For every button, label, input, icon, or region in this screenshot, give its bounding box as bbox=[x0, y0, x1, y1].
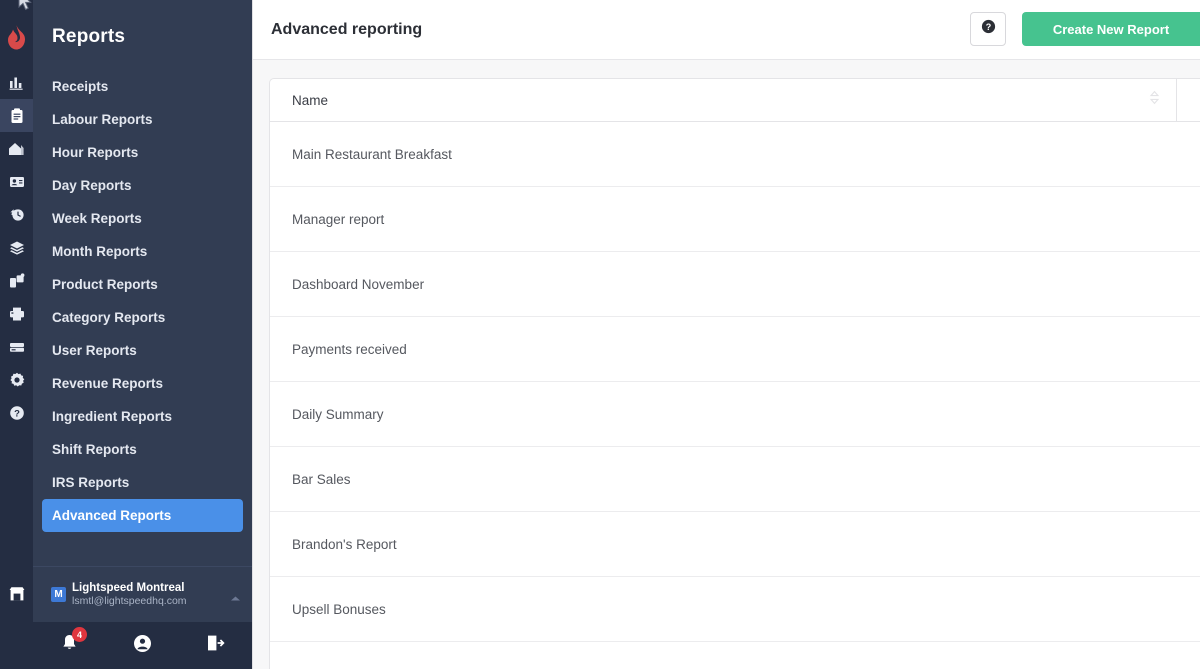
content-area: Name Main Restaurant Breakfast Manager r… bbox=[253, 60, 1200, 669]
sidebar-item-shift-reports[interactable]: Shift Reports bbox=[42, 433, 243, 466]
create-new-report-button[interactable]: Create New Report bbox=[1022, 12, 1200, 46]
app-root: ? Reports Receipts Labour Reports Hour R… bbox=[0, 0, 1200, 669]
store-email: lsmtl@lightspeedhq.com bbox=[72, 594, 187, 607]
account-button[interactable] bbox=[106, 622, 179, 669]
main-content: Advanced reporting ? Create New Report N… bbox=[252, 0, 1200, 669]
question-mark-icon: ? bbox=[981, 19, 996, 39]
store-name: Lightspeed Montreal bbox=[72, 581, 185, 594]
sidebar-item-receipts[interactable]: Receipts bbox=[42, 70, 243, 103]
lightspeed-flame-logo[interactable] bbox=[0, 14, 33, 60]
top-bar: Advanced reporting ? Create New Report bbox=[253, 0, 1200, 60]
table-row[interactable]: Manager report bbox=[270, 187, 1200, 252]
sidebar-item-day-reports[interactable]: Day Reports bbox=[42, 169, 243, 202]
svg-text:?: ? bbox=[985, 22, 991, 32]
user-icon bbox=[133, 634, 152, 658]
sidebar-item-irs-reports[interactable]: IRS Reports bbox=[42, 466, 243, 499]
sidebar-item-labour-reports[interactable]: Labour Reports bbox=[42, 103, 243, 136]
sidebar-item-advanced-reports[interactable]: Advanced Reports bbox=[42, 499, 243, 532]
sidebar-title: Reports bbox=[52, 26, 126, 47]
table-row[interactable]: Brandon's Report bbox=[270, 512, 1200, 577]
table-body: Main Restaurant Breakfast Manager report… bbox=[270, 122, 1200, 669]
page-title: Advanced reporting bbox=[271, 20, 423, 38]
table-row[interactable]: Upsell Bonuses bbox=[270, 577, 1200, 642]
notifications-button[interactable]: 4 bbox=[33, 622, 106, 669]
store-selector[interactable]: M Lightspeed Montreal lsmtl@lightspeedhq… bbox=[33, 566, 252, 622]
sidebar-item-ingredient-reports[interactable]: Ingredient Reports bbox=[42, 400, 243, 433]
reports-table-card: Name Main Restaurant Breakfast Manager r… bbox=[269, 78, 1200, 669]
logout-button[interactable] bbox=[179, 622, 252, 669]
help-circle-icon[interactable]: ? bbox=[0, 396, 33, 429]
rail-icon-list: ? bbox=[0, 66, 33, 429]
gear-icon[interactable] bbox=[0, 363, 33, 396]
notification-badge: 4 bbox=[72, 627, 87, 642]
clock-refresh-icon[interactable] bbox=[0, 198, 33, 231]
sidebar-item-category-reports[interactable]: Category Reports bbox=[42, 301, 243, 334]
home-icon[interactable] bbox=[0, 132, 33, 165]
column-header-name-label: Name bbox=[292, 92, 329, 108]
sidebar-item-user-reports[interactable]: User Reports bbox=[42, 334, 243, 367]
table-row[interactable]: Payments received bbox=[270, 317, 1200, 382]
printer-icon[interactable] bbox=[0, 297, 33, 330]
help-button[interactable]: ? bbox=[970, 12, 1006, 46]
logout-icon bbox=[206, 634, 225, 657]
table-header: Name bbox=[270, 79, 1200, 122]
svg-text:?: ? bbox=[14, 408, 20, 419]
store-icon[interactable] bbox=[0, 566, 33, 622]
id-card-icon[interactable] bbox=[0, 165, 33, 198]
sort-updown-icon[interactable] bbox=[1149, 90, 1160, 110]
sidebar-footer: M Lightspeed Montreal lsmtl@lightspeedhq… bbox=[33, 566, 252, 669]
store-info: Lightspeed Montreal lsmtl@lightspeedhq.c… bbox=[72, 582, 187, 608]
table-row[interactable]: Main Restaurant Breakfast bbox=[270, 122, 1200, 187]
chevron-up-icon bbox=[230, 589, 241, 607]
table-row[interactable]: Bar Sales bbox=[270, 447, 1200, 512]
devices-icon[interactable] bbox=[0, 264, 33, 297]
footer-actions: 4 bbox=[33, 622, 252, 669]
table-row[interactable]: Dashboard November bbox=[270, 252, 1200, 317]
layers-icon[interactable] bbox=[0, 231, 33, 264]
sidebar-item-product-reports[interactable]: Product Reports bbox=[42, 268, 243, 301]
sidebar-item-hour-reports[interactable]: Hour Reports bbox=[42, 136, 243, 169]
payment-terminal-icon[interactable] bbox=[0, 330, 33, 363]
column-header-name[interactable]: Name bbox=[270, 79, 1177, 122]
table-row[interactable] bbox=[270, 642, 1200, 669]
top-bar-actions: ? Create New Report bbox=[970, 12, 1200, 46]
bar-chart-icon[interactable] bbox=[0, 66, 33, 99]
store-badge: M bbox=[51, 587, 66, 602]
sidebar-item-week-reports[interactable]: Week Reports bbox=[42, 202, 243, 235]
rail-bottom bbox=[0, 566, 33, 669]
sidebar-item-month-reports[interactable]: Month Reports bbox=[42, 235, 243, 268]
icon-rail: ? bbox=[0, 0, 33, 669]
sidebar-item-revenue-reports[interactable]: Revenue Reports bbox=[42, 367, 243, 400]
sidebar: Reports Receipts Labour Reports Hour Rep… bbox=[33, 0, 252, 669]
column-header-actions bbox=[1177, 79, 1200, 122]
clipboard-icon[interactable] bbox=[0, 99, 33, 132]
bell-icon: 4 bbox=[61, 627, 87, 657]
table-row[interactable]: Daily Summary bbox=[270, 382, 1200, 447]
